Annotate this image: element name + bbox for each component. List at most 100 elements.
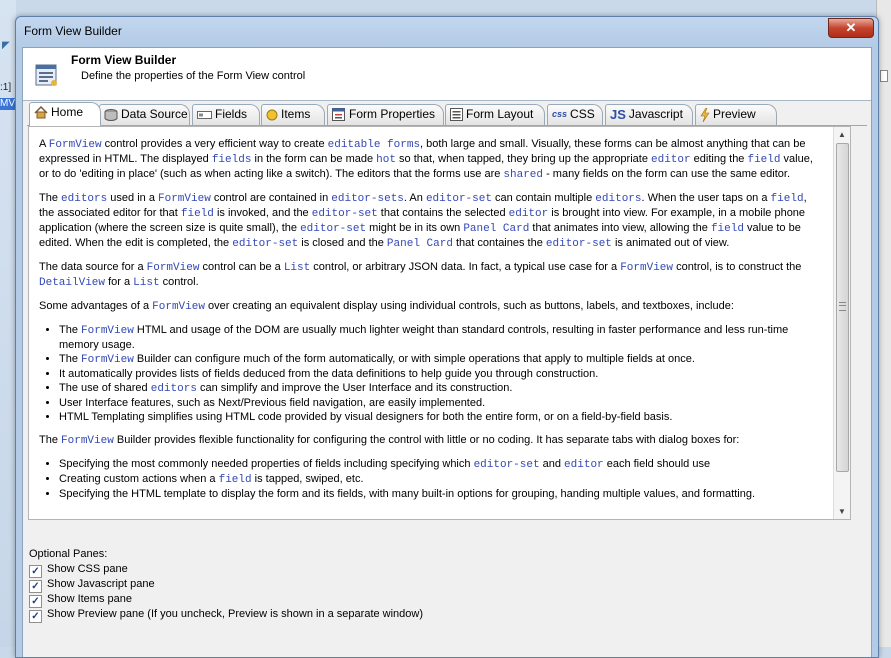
grip-icon xyxy=(839,302,846,311)
list-item: It automatically provides lists of field… xyxy=(59,367,823,381)
code-term: field xyxy=(747,154,781,166)
background-app-edge: ◤ :1] MVI xyxy=(0,0,18,647)
option-show-javascript[interactable]: ✓ Show Javascript pane xyxy=(29,577,423,593)
code-term: Panel Card xyxy=(386,238,453,250)
list-item: Creating custom actions when a field is … xyxy=(59,472,823,487)
tab-label: Form Properties xyxy=(349,107,436,121)
tab-form-properties[interactable]: Form Properties xyxy=(327,104,444,125)
code-term: editor-set xyxy=(545,238,612,250)
home-icon xyxy=(34,106,48,119)
vertical-scrollbar[interactable]: ▲ ▼ xyxy=(833,127,850,519)
title-bar[interactable]: Form View Builder ✕ xyxy=(16,17,878,47)
database-icon xyxy=(104,108,118,121)
background-selected-text: MVI xyxy=(0,98,18,110)
list-item: The use of shared editors can simplify a… xyxy=(59,381,823,396)
option-label: Show Javascript pane xyxy=(47,578,155,590)
code-term: FormView xyxy=(146,262,200,274)
code-term: List xyxy=(283,262,311,274)
header-title: Form View Builder xyxy=(71,53,177,67)
code-term: shared xyxy=(503,169,544,181)
features-list: Specifying the most commonly needed prop… xyxy=(39,457,823,501)
tab-form-layout[interactable]: Form Layout xyxy=(445,104,545,125)
dialog-header: Form View Builder Define the properties … xyxy=(23,48,871,101)
tab-label: Fields xyxy=(215,107,248,121)
scroll-down-icon[interactable]: ▼ xyxy=(834,504,850,519)
tab-label: Items xyxy=(281,107,311,121)
option-label: Show Items pane xyxy=(47,593,132,605)
code-term: editor-set xyxy=(300,223,367,235)
tab-home[interactable]: Home xyxy=(29,102,101,126)
tab-strip: Home Data Source Fields Items Form Prope… xyxy=(27,101,867,126)
close-button[interactable]: ✕ xyxy=(828,18,874,38)
dialog-client-area: Form View Builder Define the properties … xyxy=(22,47,872,657)
option-label: Show CSS pane xyxy=(47,563,128,575)
code-term: FormView xyxy=(81,354,134,366)
code-term: editor-set xyxy=(232,238,299,250)
form-icon xyxy=(35,64,57,86)
paragraph: The editors used in a FormView control a… xyxy=(39,192,807,250)
tab-data-source[interactable]: Data Source xyxy=(99,104,190,125)
list-item: HTML Templating simplifies using HTML co… xyxy=(59,410,823,424)
tab-items[interactable]: Items xyxy=(261,104,325,125)
code-term: DetailView xyxy=(39,277,106,289)
list-item: User Interface features, such as Next/Pr… xyxy=(59,396,823,410)
home-description: A FormView control provides a very effic… xyxy=(39,137,823,510)
option-show-preview[interactable]: ✓ Show Preview pane (If you uncheck, Prev… xyxy=(29,607,424,623)
code-term: editors xyxy=(595,193,642,205)
tab-fields[interactable]: Fields xyxy=(192,104,260,125)
code-term: FormView xyxy=(620,262,674,274)
code-term: FormView xyxy=(81,325,134,337)
optional-panes: Optional Panes: ✓ Show CSS pane ✓ Show Jav… xyxy=(29,548,424,623)
checkbox[interactable]: ✓ xyxy=(29,610,42,623)
checkbox[interactable]: ✓ xyxy=(29,580,42,593)
paragraph: The FormView Builder provides flexible f… xyxy=(39,434,740,447)
code-term: field xyxy=(770,193,804,205)
option-show-items[interactable]: ✓ Show Items pane xyxy=(29,592,423,608)
checkbox[interactable]: ✓ xyxy=(29,595,42,608)
code-term: field xyxy=(710,223,744,235)
code-term: editor-set xyxy=(473,459,540,471)
background-text: :1] xyxy=(0,82,12,93)
form-properties-icon xyxy=(332,108,345,122)
scrollbar-thumb[interactable] xyxy=(836,143,849,472)
option-label: Show Preview pane (If you uncheck, Previ… xyxy=(47,608,424,620)
tab-label: Home xyxy=(51,105,84,119)
paragraph: Some advantages of a FormView over creat… xyxy=(39,300,734,313)
code-term: field xyxy=(218,474,252,486)
window-title: Form View Builder xyxy=(24,24,122,38)
field-icon xyxy=(197,110,212,119)
checkbox[interactable]: ✓ xyxy=(29,565,42,578)
code-term: editable forms xyxy=(327,139,421,151)
tab-label: Preview xyxy=(713,107,756,121)
code-term: editor xyxy=(564,459,604,471)
background-control xyxy=(880,70,888,82)
header-subtitle: Define the properties of the Form View c… xyxy=(81,70,306,82)
option-show-css[interactable]: ✓ Show CSS pane xyxy=(29,562,423,578)
code-term: Panel Card xyxy=(463,223,530,235)
lightning-icon xyxy=(700,107,710,122)
code-term: FormView xyxy=(61,435,114,447)
tab-label: CSS xyxy=(570,107,595,121)
advantages-list: The FormView HTML and usage of the DOM a… xyxy=(39,323,823,424)
code-term: FormView xyxy=(158,193,211,205)
code-term: editor-set xyxy=(311,208,378,220)
code-term: hot xyxy=(376,154,396,166)
paragraph: The data source for a FormView control c… xyxy=(39,261,802,289)
code-term: List xyxy=(133,277,160,289)
tab-preview[interactable]: Preview xyxy=(695,104,777,125)
list-item: Specifying the HTML template to display … xyxy=(59,487,823,501)
scroll-up-icon[interactable]: ▲ xyxy=(834,127,850,142)
tab-javascript[interactable]: JS Javascript xyxy=(605,104,693,125)
code-term: FormView xyxy=(152,301,205,313)
tab-css[interactable]: css CSS xyxy=(547,104,603,125)
list-item: The FormView HTML and usage of the DOM a… xyxy=(59,323,823,352)
background-arrow-icon: ◤ xyxy=(2,40,10,51)
code-term: editors xyxy=(150,383,197,395)
list-item: The FormView Builder can configure much … xyxy=(59,352,823,367)
javascript-icon: JS xyxy=(610,107,626,123)
home-content-pane[interactable]: A FormView control provides a very effic… xyxy=(28,126,851,520)
items-icon xyxy=(266,109,278,121)
form-view-builder-dialog: Form View Builder ✕ Form View Builder De… xyxy=(15,16,879,658)
list-item: Specifying the most commonly needed prop… xyxy=(59,457,823,472)
code-term: FormView xyxy=(48,139,102,151)
